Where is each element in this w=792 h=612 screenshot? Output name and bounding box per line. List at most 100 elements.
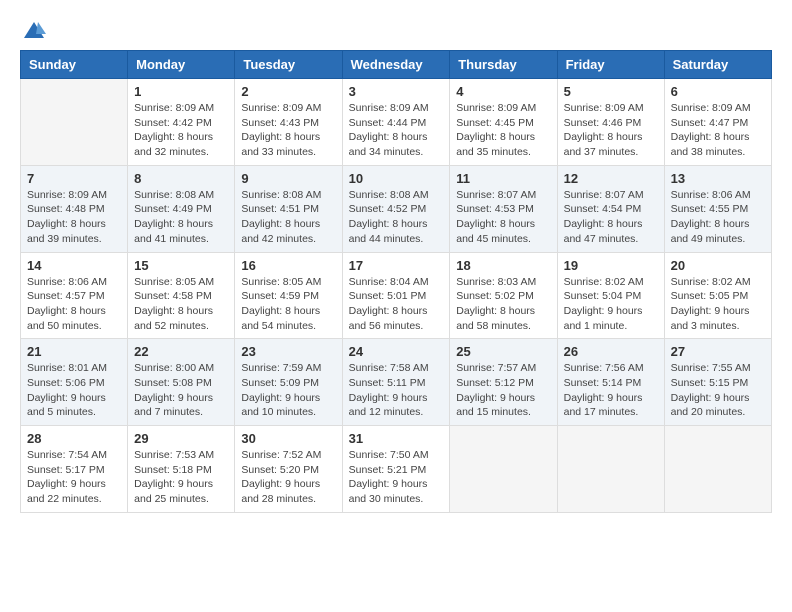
weekday-header-wednesday: Wednesday — [342, 51, 450, 79]
day-info: Sunrise: 7:59 AMSunset: 5:09 PMDaylight:… — [241, 361, 335, 420]
day-number: 3 — [349, 84, 444, 99]
weekday-header-tuesday: Tuesday — [235, 51, 342, 79]
week-row-2: 7 Sunrise: 8:09 AMSunset: 4:48 PMDaylight… — [21, 165, 772, 252]
calendar-cell: 28 Sunrise: 7:54 AMSunset: 5:17 PMDayligh… — [21, 426, 128, 513]
day-number: 17 — [349, 258, 444, 273]
day-info: Sunrise: 8:09 AMSunset: 4:43 PMDaylight:… — [241, 101, 335, 160]
calendar-cell: 8Sunrise: 8:08 AMSunset: 4:49 PMDaylight… — [128, 165, 235, 252]
day-number: 30 — [241, 431, 335, 446]
day-number: 2 — [241, 84, 335, 99]
day-number: 23 — [241, 344, 335, 359]
day-info: Sunrise: 7:52 AMSunset: 5:20 PMDaylight:… — [241, 448, 335, 507]
calendar-cell: 30 Sunrise: 7:52 AMSunset: 5:20 PMDayligh… — [235, 426, 342, 513]
day-info: Sunrise: 8:09 AMSunset: 4:42 PMDaylight:… — [134, 101, 228, 160]
day-number: 28 — [27, 431, 121, 446]
day-number: 25 — [456, 344, 550, 359]
calendar-cell: 26 Sunrise: 7:56 AMSunset: 5:14 PMDayligh… — [557, 339, 664, 426]
day-info: Sunrise: 8:07 AMSunset: 4:54 PMDaylight:… — [564, 188, 658, 247]
calendar-cell: 6Sunrise: 8:09 AMSunset: 4:47 PMDaylight… — [664, 79, 771, 166]
calendar-cell — [664, 426, 771, 513]
calendar-cell: 25Sunrise: 7:57 AMSunset: 5:12 PMDayligh… — [450, 339, 557, 426]
calendar-cell: 16 Sunrise: 8:05 AMSunset: 4:59 PMDayligh… — [235, 252, 342, 339]
day-info: Sunrise: 8:00 AMSunset: 5:08 PMDaylight:… — [134, 361, 228, 420]
weekday-header-friday: Friday — [557, 51, 664, 79]
day-number: 29 — [134, 431, 228, 446]
day-info: Sunrise: 8:09 AMSunset: 4:45 PMDaylight:… — [456, 101, 550, 160]
day-number: 18 — [456, 258, 550, 273]
day-info: Sunrise: 8:06 AMSunset: 4:57 PMDaylight:… — [27, 275, 121, 334]
calendar-cell: 22 Sunrise: 8:00 AMSunset: 5:08 PMDayligh… — [128, 339, 235, 426]
day-number: 12 — [564, 171, 658, 186]
calendar-cell — [21, 79, 128, 166]
day-number: 13 — [671, 171, 765, 186]
day-number: 1 — [134, 84, 228, 99]
calendar-cell: 7 Sunrise: 8:09 AMSunset: 4:48 PMDaylight… — [21, 165, 128, 252]
week-row-5: 28 Sunrise: 7:54 AMSunset: 5:17 PMDayligh… — [21, 426, 772, 513]
calendar-cell: 4 Sunrise: 8:09 AMSunset: 4:45 PMDaylight… — [450, 79, 557, 166]
day-number: 27 — [671, 344, 765, 359]
day-number: 4 — [456, 84, 550, 99]
calendar-cell: 18 Sunrise: 8:03 AMSunset: 5:02 PMDayligh… — [450, 252, 557, 339]
calendar-cell — [557, 426, 664, 513]
weekday-header-saturday: Saturday — [664, 51, 771, 79]
day-number: 26 — [564, 344, 658, 359]
weekday-header-row: SundayMondayTuesdayWednesdayThursdayFrid… — [21, 51, 772, 79]
day-info: Sunrise: 8:05 AMSunset: 4:59 PMDaylight:… — [241, 275, 335, 334]
day-info: Sunrise: 8:02 AMSunset: 5:04 PMDaylight:… — [564, 275, 658, 334]
calendar-cell: 31 Sunrise: 7:50 AMSunset: 5:21 PMDayligh… — [342, 426, 450, 513]
calendar-cell: 12 Sunrise: 8:07 AMSunset: 4:54 PMDayligh… — [557, 165, 664, 252]
day-number: 16 — [241, 258, 335, 273]
day-info: Sunrise: 7:50 AMSunset: 5:21 PMDaylight:… — [349, 448, 444, 507]
day-number: 19 — [564, 258, 658, 273]
weekday-header-thursday: Thursday — [450, 51, 557, 79]
calendar-cell: 27 Sunrise: 7:55 AMSunset: 5:15 PMDayligh… — [664, 339, 771, 426]
calendar: SundayMondayTuesdayWednesdayThursdayFrid… — [20, 50, 772, 513]
calendar-cell: 14 Sunrise: 8:06 AMSunset: 4:57 PMDayligh… — [21, 252, 128, 339]
week-row-4: 21 Sunrise: 8:01 AMSunset: 5:06 PMDayligh… — [21, 339, 772, 426]
day-info: Sunrise: 8:09 AMSunset: 4:44 PMDaylight:… — [349, 101, 444, 160]
calendar-cell: 9Sunrise: 8:08 AMSunset: 4:51 PMDaylight… — [235, 165, 342, 252]
calendar-cell: 17 Sunrise: 8:04 AMSunset: 5:01 PMDayligh… — [342, 252, 450, 339]
day-info: Sunrise: 8:02 AMSunset: 5:05 PMDaylight:… — [671, 275, 765, 334]
calendar-cell: 11 Sunrise: 8:07 AMSunset: 4:53 PMDayligh… — [450, 165, 557, 252]
day-number: 7 — [27, 171, 121, 186]
day-info: Sunrise: 8:01 AMSunset: 5:06 PMDaylight:… — [27, 361, 121, 420]
day-number: 20 — [671, 258, 765, 273]
header — [20, 20, 772, 40]
day-info: Sunrise: 8:03 AMSunset: 5:02 PMDaylight:… — [456, 275, 550, 334]
day-info: Sunrise: 8:09 AMSunset: 4:48 PMDaylight:… — [27, 188, 121, 247]
calendar-cell: 24 Sunrise: 7:58 AMSunset: 5:11 PMDayligh… — [342, 339, 450, 426]
calendar-cell: 5Sunrise: 8:09 AMSunset: 4:46 PMDaylight… — [557, 79, 664, 166]
week-row-3: 14 Sunrise: 8:06 AMSunset: 4:57 PMDayligh… — [21, 252, 772, 339]
day-info: Sunrise: 8:04 AMSunset: 5:01 PMDaylight:… — [349, 275, 444, 334]
calendar-cell: 1 Sunrise: 8:09 AMSunset: 4:42 PMDaylight… — [128, 79, 235, 166]
day-number: 9 — [241, 171, 335, 186]
day-info: Sunrise: 7:55 AMSunset: 5:15 PMDaylight:… — [671, 361, 765, 420]
day-info: Sunrise: 7:54 AMSunset: 5:17 PMDaylight:… — [27, 448, 121, 507]
day-number: 31 — [349, 431, 444, 446]
day-info: Sunrise: 8:09 AMSunset: 4:46 PMDaylight:… — [564, 101, 658, 160]
logo — [20, 20, 46, 40]
calendar-cell: 10 Sunrise: 8:08 AMSunset: 4:52 PMDayligh… — [342, 165, 450, 252]
calendar-cell: 20 Sunrise: 8:02 AMSunset: 5:05 PMDayligh… — [664, 252, 771, 339]
day-number: 8 — [134, 171, 228, 186]
day-info: Sunrise: 8:09 AMSunset: 4:47 PMDaylight:… — [671, 101, 765, 160]
day-info: Sunrise: 8:08 AMSunset: 4:52 PMDaylight:… — [349, 188, 444, 247]
day-number: 11 — [456, 171, 550, 186]
logo-icon — [22, 20, 46, 40]
day-number: 24 — [349, 344, 444, 359]
calendar-cell: 2 Sunrise: 8:09 AMSunset: 4:43 PMDaylight… — [235, 79, 342, 166]
day-info: Sunrise: 8:07 AMSunset: 4:53 PMDaylight:… — [456, 188, 550, 247]
day-info: Sunrise: 7:53 AMSunset: 5:18 PMDaylight:… — [134, 448, 228, 507]
day-number: 21 — [27, 344, 121, 359]
week-row-1: 1 Sunrise: 8:09 AMSunset: 4:42 PMDaylight… — [21, 79, 772, 166]
calendar-cell: 23 Sunrise: 7:59 AMSunset: 5:09 PMDayligh… — [235, 339, 342, 426]
day-number: 10 — [349, 171, 444, 186]
day-info: Sunrise: 7:58 AMSunset: 5:11 PMDaylight:… — [349, 361, 444, 420]
calendar-cell: 29 Sunrise: 7:53 AMSunset: 5:18 PMDayligh… — [128, 426, 235, 513]
day-info: Sunrise: 8:05 AMSunset: 4:58 PMDaylight:… — [134, 275, 228, 334]
day-number: 22 — [134, 344, 228, 359]
day-info: Sunrise: 7:56 AMSunset: 5:14 PMDaylight:… — [564, 361, 658, 420]
day-number: 14 — [27, 258, 121, 273]
calendar-cell: 13Sunrise: 8:06 AMSunset: 4:55 PMDayligh… — [664, 165, 771, 252]
